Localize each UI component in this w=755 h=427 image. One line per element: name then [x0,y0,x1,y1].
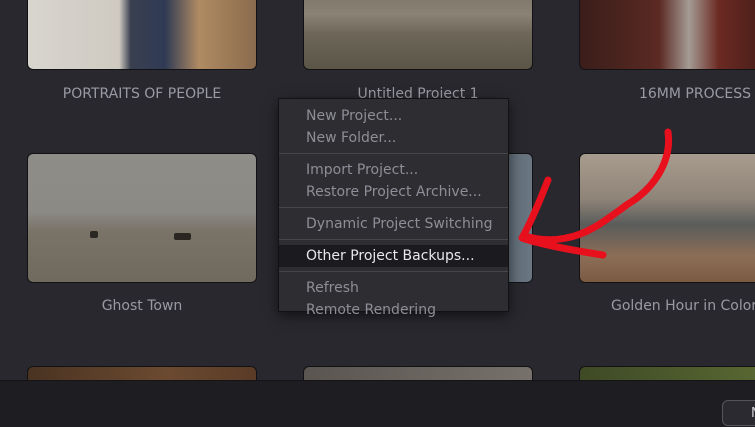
project-label-golden-hour-in-color: Golden Hour in Color [611,298,755,314]
project-thumbnail-16mm-process[interactable] [579,0,755,70]
cattle-silhouette [174,233,191,240]
bottom-toolbar [0,380,755,427]
menu-item-other-project-backups[interactable]: Other Project Backups... [279,245,508,267]
menu-separator [279,207,508,208]
menu-item-import-project[interactable]: Import Project... [279,159,508,181]
menu-item-dynamic-project-switching[interactable]: Dynamic Project Switching [279,213,508,235]
project-thumbnail-ghost-town[interactable] [27,153,257,283]
project-thumbnail-golden-hour-in-color[interactable] [579,153,755,283]
menu-separator [279,271,508,272]
project-label-portraits-of-people: PORTRAITS OF PEOPLE [62,86,222,102]
menu-item-new-folder[interactable]: New Folder... [279,127,508,149]
project-thumbnail-portraits-of-people[interactable] [27,0,257,70]
cattle-silhouette [90,231,98,238]
project-label-ghost-town: Ghost Town [101,298,183,314]
context-menu: New Project... New Folder... Import Proj… [278,98,509,318]
menu-item-remote-rendering[interactable]: Remote Rendering [279,299,508,321]
project-manager: PORTRAITS OF PEOPLE Untitled Project 1 1… [0,0,755,427]
menu-item-restore-project-archive[interactable]: Restore Project Archive... [279,181,508,203]
menu-separator [279,239,508,240]
new-project-button[interactable]: N [722,400,755,426]
menu-item-refresh[interactable]: Refresh [279,277,508,299]
menu-item-new-project[interactable]: New Project... [279,105,508,127]
project-thumbnail-untitled-project-1[interactable] [303,0,533,70]
project-label-16mm-process: 16MM PROCESS [638,86,751,102]
menu-separator [279,153,508,154]
